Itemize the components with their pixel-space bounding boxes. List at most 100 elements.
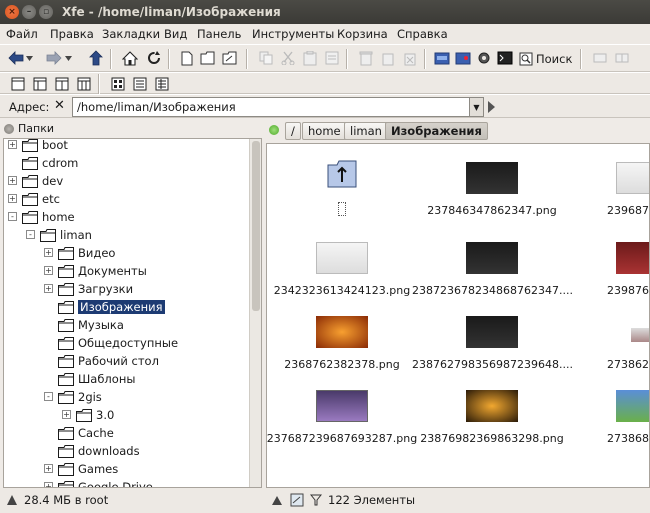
- image-thumbnail[interactable]: [631, 328, 649, 342]
- tree-item[interactable]: cdrom: [22, 154, 78, 172]
- window-close-button[interactable]: ×: [5, 5, 19, 19]
- file-name[interactable]: 2342323613424123.png: [267, 284, 422, 297]
- expand-icon[interactable]: +: [44, 284, 53, 293]
- image-thumbnail[interactable]: [316, 242, 368, 274]
- terminal-icon[interactable]: [495, 48, 515, 68]
- view-details-icon[interactable]: [152, 74, 172, 94]
- tree-item[interactable]: dev: [22, 172, 63, 190]
- menu-panel[interactable]: Панель: [197, 27, 241, 41]
- parent-folder-icon[interactable]: [327, 160, 357, 188]
- image-thumbnail[interactable]: [466, 242, 518, 274]
- tree-item[interactable]: home: [22, 208, 75, 226]
- file-name[interactable]: 237846347862347.png: [412, 204, 572, 217]
- menu-help[interactable]: Справка: [397, 27, 448, 41]
- properties-icon[interactable]: [322, 48, 342, 68]
- paste-icon[interactable]: [300, 48, 320, 68]
- tree-item[interactable]: Games: [58, 460, 118, 478]
- file-name[interactable]: 2738627362: [562, 358, 649, 371]
- settings-icon[interactable]: [474, 48, 494, 68]
- tree-item[interactable]: Музыка: [58, 316, 124, 334]
- file-list[interactable]: 237846347862347.png2396872363 23423236134…: [266, 143, 650, 488]
- address-input[interactable]: [72, 97, 470, 117]
- bookmark-icon[interactable]: [432, 48, 452, 68]
- tree-item[interactable]: Изображения: [58, 298, 165, 316]
- collapse-icon[interactable]: -: [8, 212, 17, 221]
- tree-item[interactable]: Шаблоны: [58, 370, 135, 388]
- file-name[interactable]: 2396872363: [562, 204, 649, 217]
- new-file-icon[interactable]: [177, 48, 197, 68]
- window-maximize-button[interactable]: ▫: [39, 5, 53, 19]
- file-name[interactable]: 2387627983569872396​48....: [412, 358, 572, 371]
- forward-icon[interactable]: [44, 48, 64, 68]
- image-thumbnail[interactable]: [466, 316, 518, 348]
- menu-trash[interactable]: Корзина: [337, 27, 388, 41]
- view-big-icons-icon[interactable]: [108, 74, 128, 94]
- up-icon[interactable]: [86, 48, 106, 68]
- new-folder-icon[interactable]: [198, 48, 218, 68]
- tree-scrollbar-thumb[interactable]: [252, 141, 260, 311]
- file-name[interactable]: 2387698236986329​8.png: [412, 432, 572, 445]
- breadcrumb-root[interactable]: /: [285, 122, 301, 140]
- new-link-icon[interactable]: [220, 48, 240, 68]
- back-icon[interactable]: [6, 48, 26, 68]
- window-minimize-button[interactable]: –: [22, 5, 36, 19]
- mount-icon[interactable]: [453, 48, 473, 68]
- panel-one-icon[interactable]: [30, 74, 50, 94]
- window-new-icon[interactable]: [590, 48, 610, 68]
- expand-icon[interactable]: +: [8, 140, 17, 149]
- filter-icon-box[interactable]: [290, 493, 304, 507]
- image-thumbnail[interactable]: [616, 242, 649, 274]
- tree-item[interactable]: Рабочий стол: [58, 352, 159, 370]
- tree-item[interactable]: Общедоступные: [58, 334, 178, 352]
- tree-item[interactable]: Документы: [58, 262, 147, 280]
- trash-icon[interactable]: [356, 48, 376, 68]
- copy-icon[interactable]: [256, 48, 276, 68]
- tree-item[interactable]: Загрузки: [58, 280, 133, 298]
- image-thumbnail[interactable]: [466, 162, 518, 194]
- expand-icon[interactable]: +: [8, 176, 17, 185]
- image-thumbnail[interactable]: [616, 390, 649, 422]
- menu-file[interactable]: Файл: [6, 27, 38, 41]
- breadcrumb-images[interactable]: Изображения: [385, 122, 488, 140]
- tree-item[interactable]: etc: [22, 190, 60, 208]
- clear-address-icon[interactable]: ✕: [54, 98, 65, 113]
- tree-item[interactable]: liman: [40, 226, 92, 244]
- expand-icon[interactable]: +: [62, 410, 71, 419]
- menu-view[interactable]: Вид: [164, 27, 187, 41]
- menu-edit[interactable]: Правка: [50, 27, 94, 41]
- tree-item[interactable]: Видео: [58, 244, 115, 262]
- expand-icon[interactable]: +: [44, 248, 53, 257]
- back-dropdown-icon[interactable]: [24, 48, 34, 68]
- tree-item[interactable]: Cache: [58, 424, 114, 442]
- refresh-icon[interactable]: [144, 48, 164, 68]
- panel-tree-icon[interactable]: [8, 74, 28, 94]
- view-small-icons-icon[interactable]: [130, 74, 150, 94]
- menu-bookmarks[interactable]: Закладки: [102, 27, 160, 41]
- expand-icon[interactable]: +: [44, 266, 53, 275]
- expand-icon[interactable]: +: [8, 194, 17, 203]
- breadcrumb-home[interactable]: home: [302, 122, 347, 140]
- menu-tools[interactable]: Инструменты: [252, 27, 334, 41]
- tree-item[interactable]: downloads: [58, 442, 140, 460]
- image-thumbnail[interactable]: [616, 162, 649, 194]
- breadcrumb-liman[interactable]: liman: [344, 122, 388, 140]
- image-thumbnail[interactable]: [316, 316, 368, 348]
- expand-icon[interactable]: +: [44, 464, 53, 473]
- collapse-icon[interactable]: -: [26, 230, 35, 239]
- panel-two-icon[interactable]: [52, 74, 72, 94]
- file-name[interactable]: 237687239687693287.png: [267, 432, 422, 445]
- file-name[interactable]: 2738682376: [562, 432, 649, 445]
- tree-item[interactable]: 2gis: [58, 388, 102, 406]
- panel-three-icon[interactable]: [74, 74, 94, 94]
- delete-icon[interactable]: [400, 48, 420, 68]
- file-name[interactable]: 2398764323: [562, 284, 649, 297]
- restore-trash-icon[interactable]: [378, 48, 398, 68]
- filter-icon[interactable]: [310, 494, 322, 506]
- folder-tree[interactable]: + boot cdrom + dev + etc - home - liman + Видео + Доку…: [3, 138, 262, 488]
- go-icon[interactable]: [488, 101, 495, 113]
- search-button[interactable]: Поиск: [519, 49, 572, 69]
- tree-item[interactable]: Google Drive: [58, 478, 153, 487]
- file-name[interactable]: 2368762382378.png: [267, 358, 422, 371]
- tree-item[interactable]: 3.0: [76, 406, 114, 424]
- tree-scrollbar[interactable]: [249, 139, 261, 487]
